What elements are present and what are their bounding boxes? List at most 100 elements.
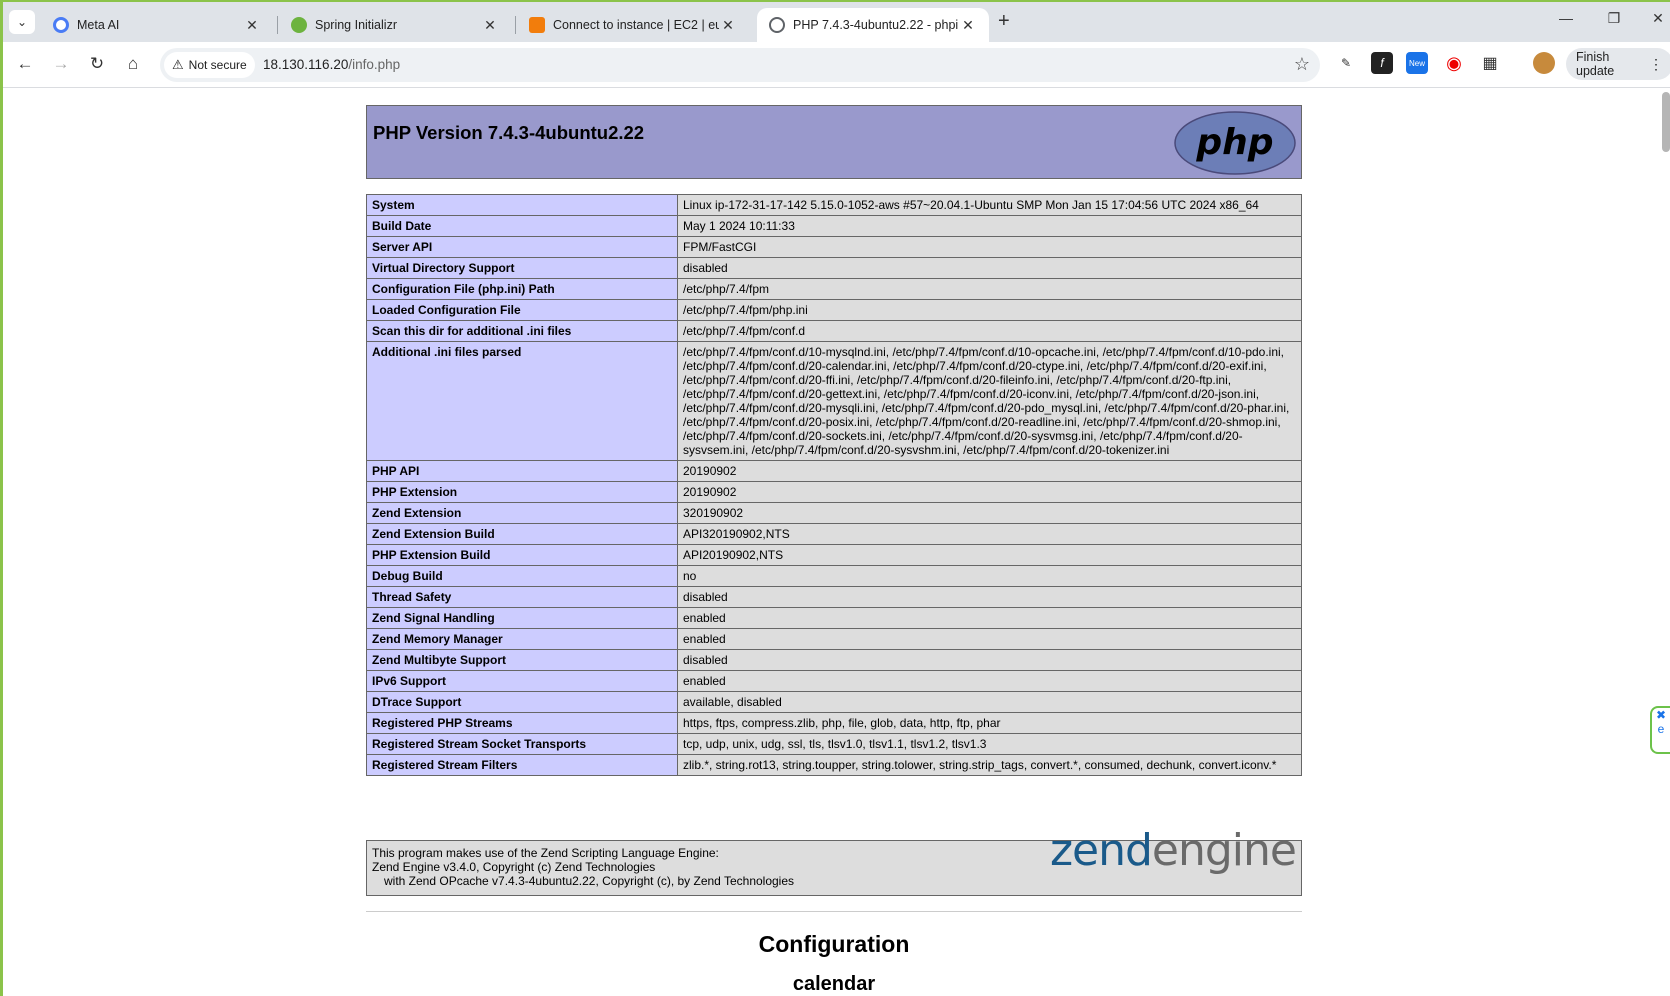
info-value: /etc/php/7.4/fpm/conf.d — [677, 320, 1302, 342]
info-key: Thread Safety — [366, 586, 678, 608]
edge-widget-icon[interactable]: e — [1652, 722, 1670, 736]
info-key: Build Date — [366, 215, 678, 237]
aws-favicon-icon — [529, 17, 545, 33]
scrollbar-thumb[interactable] — [1662, 92, 1670, 152]
globe-favicon-icon — [769, 17, 785, 33]
zend-engine-box: This program makes use of the Zend Scrip… — [366, 825, 1302, 896]
tab-search-chevron-icon[interactable]: ⌄ — [9, 10, 35, 34]
info-key: System — [366, 194, 678, 216]
close-tab-icon[interactable]: ✕ — [719, 17, 737, 34]
info-value: FPM/FastCGI — [677, 236, 1302, 258]
tab-divider — [515, 16, 516, 34]
zend-engine-logo: zendengine — [1049, 825, 1297, 876]
info-key: DTrace Support — [366, 691, 678, 713]
php-version-header: PHP Version 7.4.3-4ubuntu2.22 php — [366, 105, 1302, 179]
info-value: 20190902 — [677, 460, 1302, 482]
tab-ec2-connect[interactable]: Connect to instance | EC2 | eu-w ✕ — [517, 8, 749, 42]
info-row: Virtual Directory Support disabled — [366, 257, 1302, 279]
info-row: PHP Extension 20190902 — [366, 481, 1302, 503]
url-text[interactable]: 18.130.116.20/info.php — [263, 57, 400, 72]
page-title: PHP Version 7.4.3-4ubuntu2.22 — [373, 122, 645, 143]
svg-text:php: php — [1195, 122, 1273, 163]
info-value: zlib.*, string.rot13, string.toupper, st… — [677, 754, 1302, 776]
info-value: enabled — [677, 607, 1302, 629]
info-key: Configuration File (php.ini) Path — [366, 278, 678, 300]
info-value: disabled — [677, 257, 1302, 279]
close-tab-icon[interactable]: ✕ — [959, 17, 977, 34]
restore-icon[interactable]: ❐ — [1599, 10, 1629, 27]
info-key: Zend Extension Build — [366, 523, 678, 545]
info-value: enabled — [677, 628, 1302, 650]
info-key: IPv6 Support — [366, 670, 678, 692]
new-extension-icon[interactable]: New — [1406, 52, 1428, 74]
info-row: IPv6 Support enabled — [366, 670, 1302, 692]
back-arrow-icon[interactable]: ← — [13, 52, 37, 76]
info-row: Zend Signal Handling enabled — [366, 607, 1302, 629]
info-key: Loaded Configuration File — [366, 299, 678, 321]
info-row: PHP API 20190902 — [366, 460, 1302, 482]
close-tab-icon[interactable]: ✕ — [243, 17, 261, 34]
info-key: Zend Signal Handling — [366, 607, 678, 629]
opera-extension-icon[interactable]: ◉ — [1443, 52, 1465, 74]
php-info-table: System Linux ip-172-31-17-142 5.15.0-1052… — [366, 194, 1302, 776]
zend-line-3: with Zend OPcache v7.4.3-4ubuntu2.22, Co… — [384, 874, 795, 888]
profile-avatar[interactable] — [1533, 52, 1555, 74]
info-row: Zend Multibyte Support disabled — [366, 649, 1302, 671]
side-widget-tab[interactable]: ✖ e — [1650, 706, 1670, 754]
forward-arrow-icon[interactable]: → — [49, 52, 73, 76]
info-key: Zend Memory Manager — [366, 628, 678, 650]
info-key: Zend Extension — [366, 502, 678, 524]
warning-triangle-icon: ⚠ — [172, 57, 184, 72]
info-value: tcp, udp, unix, udg, ssl, tls, tlsv1.0, … — [677, 733, 1302, 755]
home-icon[interactable]: ⌂ — [121, 52, 145, 76]
extensions-puzzle-icon[interactable]: ▦ — [1479, 52, 1501, 74]
info-key: PHP Extension Build — [366, 544, 678, 566]
info-key: Registered PHP Streams — [366, 712, 678, 734]
info-row: Debug Build no — [366, 565, 1302, 587]
info-row: Server API FPM/FastCGI — [366, 236, 1302, 258]
info-row: PHP Extension Build API20190902,NTS — [366, 544, 1302, 566]
info-value: 320190902 — [677, 502, 1302, 524]
info-key: Scan this dir for additional .ini files — [366, 320, 678, 342]
info-value: API20190902,NTS — [677, 544, 1302, 566]
configuration-heading: Configuration — [758, 931, 910, 957]
info-row: System Linux ip-172-31-17-142 5.15.0-1052… — [366, 194, 1302, 216]
info-row: Registered Stream Socket Transports tcp, … — [366, 733, 1302, 755]
info-value: 20190902 — [677, 481, 1302, 503]
calendar-section-heading: calendar — [792, 973, 876, 995]
info-row: Loaded Configuration File/etc/php/7.4/fp… — [366, 299, 1302, 321]
info-row: Registered PHP Streams https, ftps, compr… — [366, 712, 1302, 734]
close-tab-icon[interactable]: ✕ — [481, 17, 499, 34]
info-value: enabled — [677, 670, 1302, 692]
font-extension-icon[interactable]: f — [1371, 52, 1393, 74]
site-info-chip[interactable]: ⚠ Not secure — [164, 52, 255, 78]
close-window-icon[interactable]: ✕ — [1643, 10, 1670, 27]
info-key: Additional .ini files parsed — [366, 341, 678, 461]
info-value: /etc/php/7.4/fpm/conf.d/10-mysqlnd.ini, … — [677, 341, 1302, 461]
new-tab-icon[interactable]: + — [998, 10, 1010, 33]
close-icon[interactable]: ✖ — [1652, 708, 1670, 722]
info-key: Debug Build — [366, 565, 678, 587]
minimize-icon[interactable]: — — [1551, 10, 1581, 26]
tab-phpinfo[interactable]: PHP 7.4.3-4ubuntu2.22 - phpinf ✕ — [757, 8, 989, 42]
info-row: Zend Extension 320190902 — [366, 502, 1302, 524]
info-row: Scan this dir for additional .ini files /… — [366, 320, 1302, 342]
more-vertical-icon: ⋮ — [1649, 55, 1663, 72]
reload-icon[interactable]: ↻ — [85, 52, 109, 76]
info-row: Additional .ini files parsed/etc/php/7.4… — [366, 341, 1302, 461]
address-bar[interactable]: ⚠ Not secure 18.130.116.20/info.php ☆ — [160, 48, 1320, 82]
php-logo-icon: php — [1174, 111, 1296, 175]
info-key: Server API — [366, 236, 678, 258]
info-row: Build Date May 1 2024 10:11:33 — [366, 215, 1302, 237]
info-key: PHP Extension — [366, 481, 678, 503]
eyedropper-extension-icon[interactable]: ✎ — [1335, 52, 1357, 74]
bookmark-star-icon[interactable]: ☆ — [1294, 54, 1310, 75]
tab-spring-initializr[interactable]: Spring Initializr ✕ — [279, 8, 511, 42]
info-value: https, ftps, compress.zlib, php, file, g… — [677, 712, 1302, 734]
info-key: Registered Stream Filters — [366, 754, 678, 776]
info-row: Thread Safety disabled — [366, 586, 1302, 608]
browser-toolbar: ← → ↻ ⌂ ⚠ Not secure 18.130.116.20/info.… — [3, 42, 1670, 88]
info-value: no — [677, 565, 1302, 587]
finish-update-button[interactable]: Finish update ⋮ — [1566, 48, 1670, 80]
tab-meta-ai[interactable]: Meta AI ✕ — [41, 8, 273, 42]
